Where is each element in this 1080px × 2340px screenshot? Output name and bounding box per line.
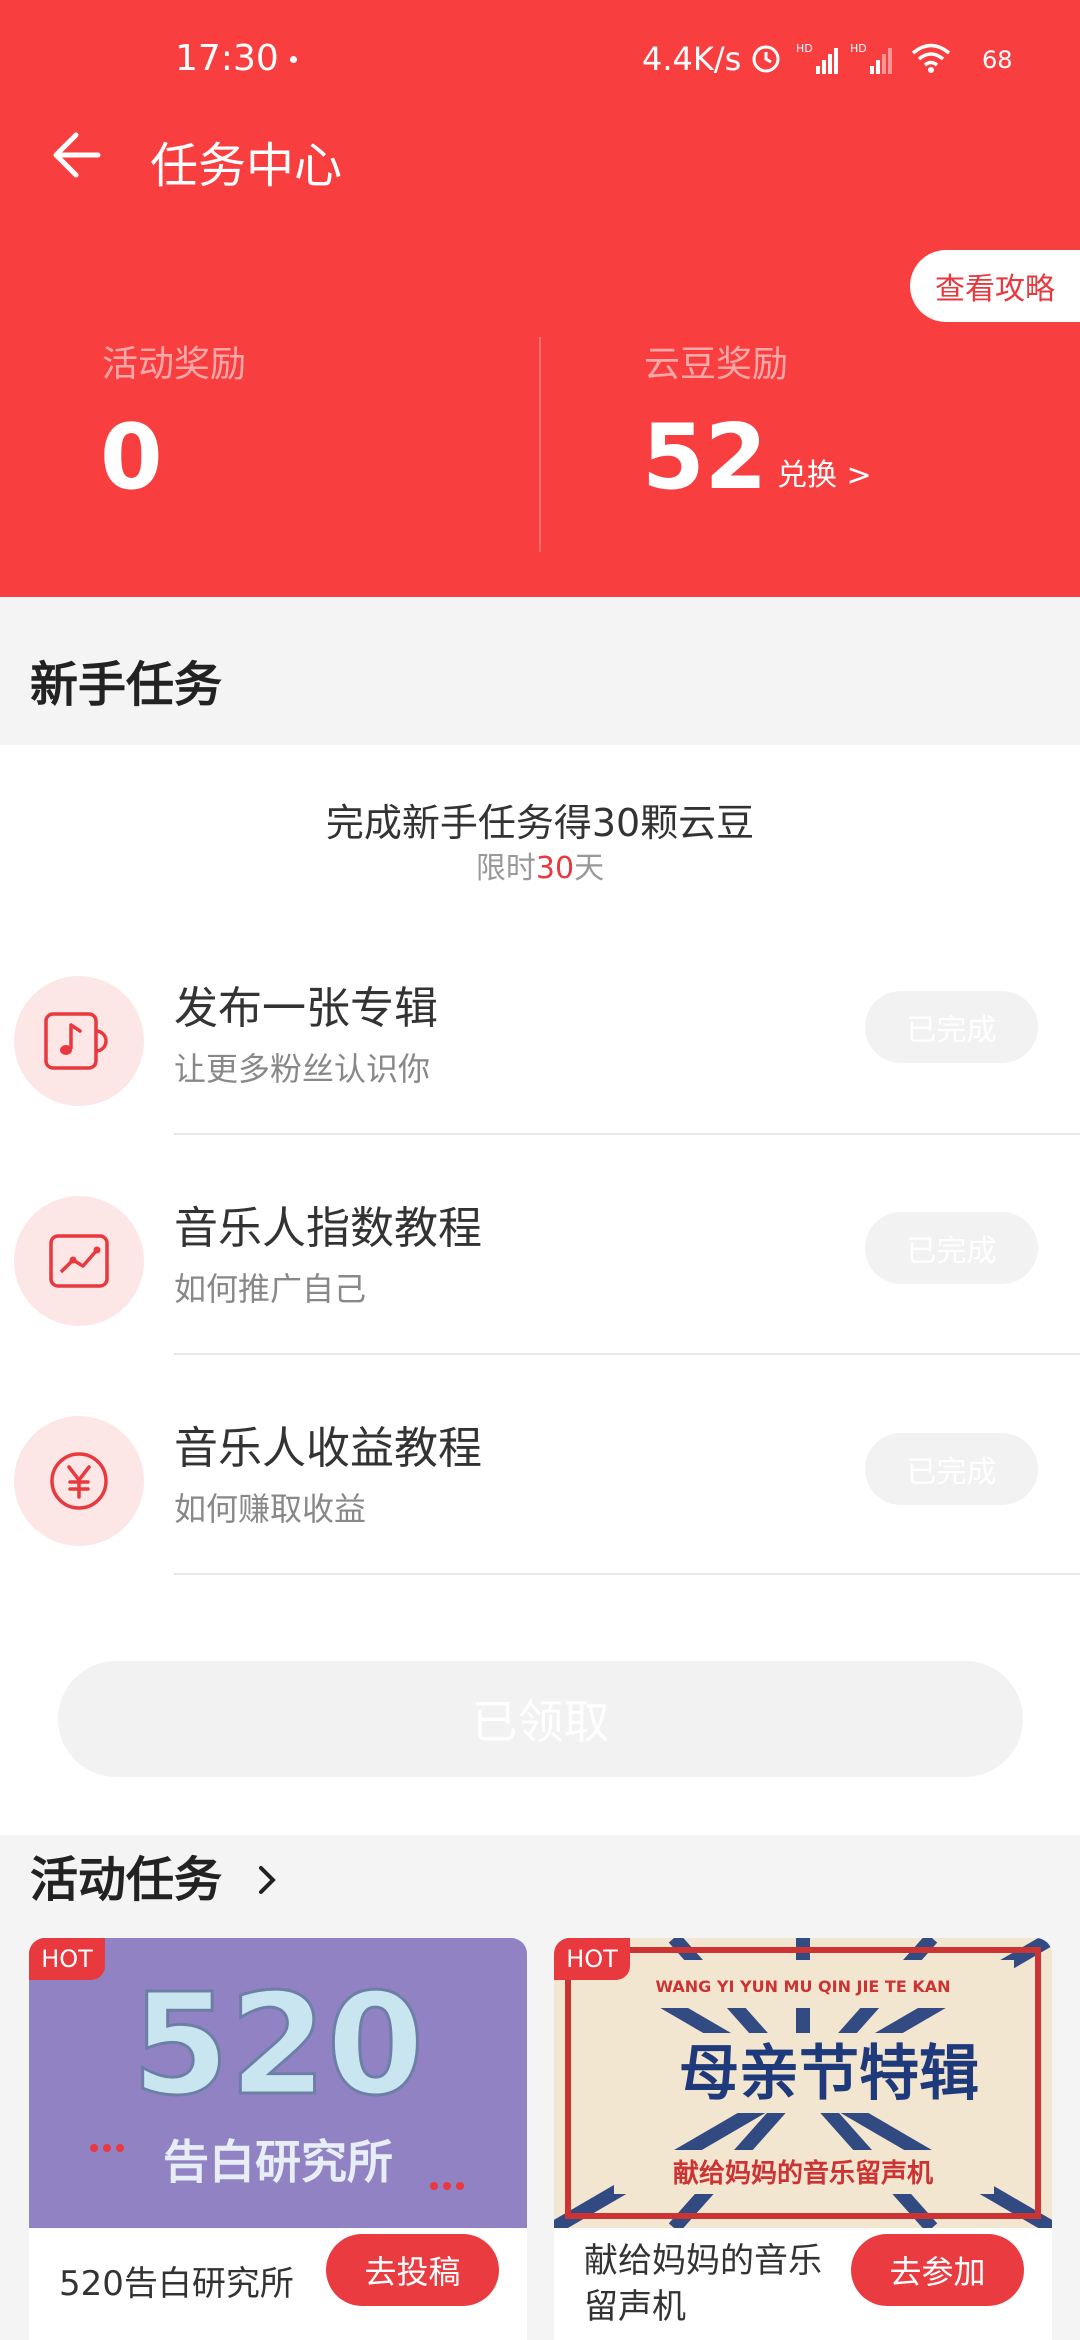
hot-badge: HOT — [554, 1938, 630, 1980]
task-status-button-3[interactable]: 已完成 — [865, 1433, 1038, 1505]
bean-reward-label: 云豆奖励 — [644, 344, 789, 385]
banner-mothers-big: 母亲节特辑 — [679, 2039, 979, 2109]
join-button[interactable]: 去参加 — [851, 2234, 1024, 2306]
task-divider — [174, 1573, 1080, 1575]
submit-button[interactable]: 去投稿 — [326, 2234, 499, 2306]
banner-mothers-top: WANG YI YUN MU QIN JIE TE KAN — [655, 1977, 950, 1996]
task-desc-2: 如何推广自己 — [174, 1270, 367, 1308]
activity-section-label: 活动任务 — [30, 1852, 223, 1908]
promo-prefix: 限时 — [475, 851, 536, 886]
signal-hd-2-icon: HD — [850, 42, 892, 74]
network-speed: 4.4K/s — [642, 40, 742, 78]
alarm-icon — [752, 45, 780, 73]
signal-hd-1-icon: HD — [796, 42, 838, 74]
promo-days: 30 — [535, 851, 575, 886]
hot-badge: HOT — [29, 1938, 105, 1980]
task-status-button-2[interactable]: 已完成 — [865, 1212, 1038, 1284]
status-bar: 17:30 4.4K/s HD HD 68 — [0, 0, 1080, 120]
header: 17:30 4.4K/s HD HD 68 任务中心 查看攻略 活动奖励 0 云… — [0, 0, 1080, 597]
newbie-section-title: 新手任务 — [30, 657, 223, 713]
chevron-right-icon — [258, 1866, 276, 1894]
bean-reward-value: 52 — [642, 405, 768, 510]
task-title-1: 发布一张专辑 — [174, 983, 438, 1034]
task-desc-3: 如何赚取收益 — [174, 1490, 367, 1528]
svg-text:HD: HD — [850, 42, 867, 55]
task-title-3: 音乐人收益教程 — [174, 1423, 482, 1474]
newbie-promo-title: 完成新手任务得30颗云豆 — [325, 801, 755, 845]
exchange-link[interactable]: 兑换 > — [777, 450, 872, 494]
view-guide-button[interactable]: 查看攻略 — [910, 250, 1080, 322]
activity-banner-520: 520 告白研究所 — [29, 1938, 527, 2228]
notification-dot-icon — [290, 56, 297, 63]
activity-section-title[interactable]: 活动任务 — [30, 1840, 283, 1910]
status-time: 17:30 — [175, 38, 279, 79]
page-title: 任务中心 — [150, 138, 343, 194]
claim-reward-button[interactable]: 已领取 — [58, 1661, 1023, 1777]
chart-icon — [14, 1196, 144, 1326]
task-title-2: 音乐人指数教程 — [174, 1203, 482, 1254]
battery-indicator: 68 — [982, 46, 1013, 74]
activity-name-2: 献给妈妈的音乐留声机 — [584, 2241, 822, 2327]
task-desc-1: 让更多粉丝认识你 — [174, 1050, 431, 1088]
activity-banner-mothers-day: WANG YI YUN MU QIN JIE TE KAN 母亲节特辑 献给妈妈… — [554, 1938, 1052, 2228]
wifi-icon — [911, 43, 951, 73]
svg-text:HD: HD — [796, 42, 813, 55]
banner-520-text: 告白研究所 — [163, 2135, 393, 2189]
promo-suffix: 天 — [574, 851, 605, 886]
task-divider — [174, 1353, 1080, 1355]
activity-name-1: 520告白研究所 — [59, 2264, 294, 2304]
task-divider — [174, 1133, 1080, 1135]
yen-icon — [14, 1416, 144, 1546]
back-arrow-icon[interactable] — [48, 125, 108, 185]
banner-mothers-sub: 献给妈妈的音乐留声机 — [673, 2158, 933, 2189]
activity-reward-label: 活动奖励 — [102, 344, 247, 385]
task-status-button-1[interactable]: 已完成 — [865, 991, 1038, 1063]
newbie-promo-subtitle: 限时30天 — [0, 843, 1080, 887]
banner-520-big: 520 — [132, 1964, 424, 2127]
activity-reward-value: 0 — [100, 405, 163, 510]
music-note-icon — [14, 976, 144, 1106]
stats-divider — [539, 337, 541, 552]
